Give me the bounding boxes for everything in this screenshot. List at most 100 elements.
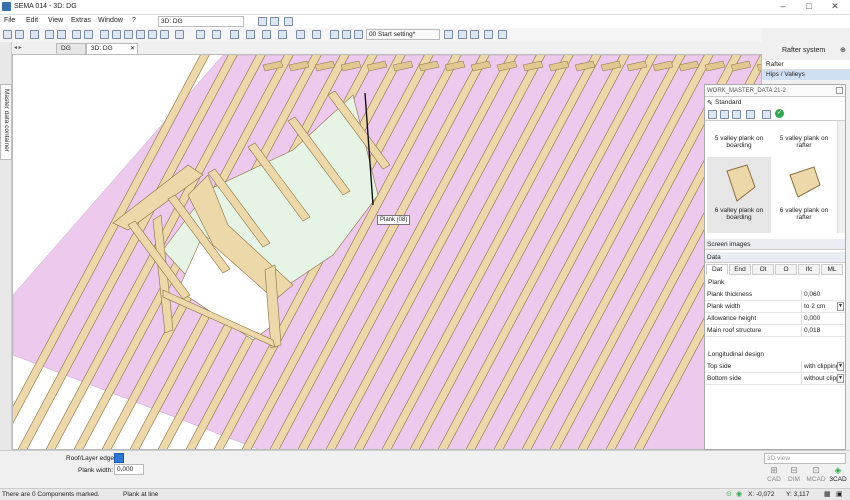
- select-icon[interactable]: [212, 30, 221, 39]
- minimize-icon[interactable]: –: [770, 1, 796, 14]
- standard-row[interactable]: ✎ Standard: [705, 97, 845, 108]
- grid-view-icon[interactable]: [746, 110, 755, 119]
- maximize-icon[interactable]: □: [796, 1, 822, 14]
- walls-icon[interactable]: [354, 30, 363, 39]
- menu-file[interactable]: File: [4, 17, 15, 24]
- toolbar-icon[interactable]: [284, 17, 293, 26]
- dropdown-icon[interactable]: ▼: [837, 374, 844, 383]
- tool-icon[interactable]: [762, 110, 771, 119]
- light-icon[interactable]: [246, 30, 255, 39]
- data-header[interactable]: Data: [705, 252, 845, 263]
- prop-row[interactable]: Main roof structure 0,018: [705, 325, 845, 337]
- thumb-5-boarding[interactable]: 5 valley plank on boarding: [707, 135, 771, 155]
- copy-icon[interactable]: [84, 30, 93, 39]
- pin-icon[interactable]: ⊕: [840, 46, 846, 54]
- mode-mcad[interactable]: ⊡ MCAD: [804, 465, 828, 483]
- print-icon[interactable]: [72, 30, 81, 39]
- menu-help[interactable]: ?: [132, 17, 136, 24]
- shade-icon[interactable]: [278, 30, 287, 39]
- tab-o[interactable]: O: [775, 264, 797, 275]
- mode-dim[interactable]: ⊟ DIM: [782, 465, 806, 483]
- ortho-icon[interactable]: ▣: [836, 490, 843, 498]
- grid-icon[interactable]: [484, 30, 493, 39]
- rotate-icon[interactable]: [136, 30, 145, 39]
- view-select[interactable]: 3D view: [764, 453, 846, 464]
- tab-ml[interactable]: ML: [821, 264, 843, 275]
- brush-icon[interactable]: [312, 30, 321, 39]
- toolbar-icon[interactable]: [258, 17, 267, 26]
- prop-row[interactable]: Plank width to 2 cm ▼: [705, 301, 845, 313]
- mode-3cad[interactable]: ◈ 3CAD: [826, 465, 850, 483]
- thumb-6-rafter[interactable]: 6 valley plank on rafter: [772, 157, 836, 233]
- toolbar-icon[interactable]: [270, 17, 279, 26]
- thumb-6-boarding[interactable]: 6 valley plank on boarding: [707, 157, 771, 233]
- prop-row[interactable]: Top side with clipping ▼: [705, 361, 845, 373]
- roof-layer-label: Roof/Layer edge:: [66, 455, 116, 462]
- coord-y: Y: 3,117: [786, 491, 810, 498]
- thumb-image: [726, 164, 756, 202]
- view-combo[interactable]: 3D: DG: [158, 16, 244, 27]
- dropdown-icon[interactable]: ▼: [837, 302, 844, 311]
- menu-window[interactable]: Window: [98, 17, 123, 24]
- dropdown-icon[interactable]: ▼: [837, 362, 844, 371]
- close-icon[interactable]: ✕: [822, 1, 848, 14]
- edit-icon[interactable]: [720, 110, 729, 119]
- roof-layer-edge-icon[interactable]: [114, 453, 124, 463]
- view-icon[interactable]: [160, 30, 169, 39]
- snap-icon[interactable]: ⊙: [726, 490, 732, 498]
- tab-ot[interactable]: Ot: [752, 264, 774, 275]
- tree-icon[interactable]: [708, 110, 717, 119]
- tab-dg[interactable]: DG: [56, 43, 86, 54]
- undo-icon[interactable]: [45, 30, 54, 39]
- tab-close-icon[interactable]: ✕: [130, 45, 135, 52]
- setting-combo[interactable]: 00 Start setting*: [366, 29, 440, 40]
- 3d-viewport[interactable]: Plank (08): [12, 54, 762, 450]
- save-icon[interactable]: [732, 110, 741, 119]
- open-icon[interactable]: [3, 30, 12, 39]
- zoom-out-icon[interactable]: [112, 30, 121, 39]
- render-icon[interactable]: [230, 30, 239, 39]
- list-icon[interactable]: [470, 30, 479, 39]
- right-panel-item-hips-valleys[interactable]: Hips / Valleys: [762, 70, 850, 80]
- master-data-container-tab[interactable]: Master data container: [0, 84, 12, 160]
- right-panel-item-rafter[interactable]: Rafter: [762, 60, 850, 70]
- table-icon[interactable]: [498, 30, 507, 39]
- setting-icon[interactable]: [444, 30, 453, 39]
- status-left: There are 0 Components marked.: [2, 491, 100, 498]
- prop-row[interactable]: Bottom side without clipp ▼: [705, 373, 845, 385]
- screen-images-header[interactable]: Screen images: [705, 239, 845, 250]
- pan-icon[interactable]: [148, 30, 157, 39]
- dim-icon: ⊟: [790, 465, 798, 475]
- filter-icon[interactable]: [458, 30, 467, 39]
- thumb-label: 5 valley plank on boarding: [714, 135, 764, 149]
- show-icon[interactable]: [342, 30, 351, 39]
- save-icon[interactable]: [15, 30, 24, 39]
- menu-view[interactable]: View: [48, 17, 63, 24]
- layer-icon[interactable]: [196, 30, 205, 39]
- group-icon[interactable]: [262, 30, 271, 39]
- prop-row[interactable]: Plank thickness 0,060: [705, 289, 845, 301]
- zoom-in-icon[interactable]: [100, 30, 109, 39]
- axes-icon[interactable]: [175, 30, 184, 39]
- redo-icon[interactable]: [57, 30, 66, 39]
- dialog-restore-icon[interactable]: [836, 87, 843, 94]
- check-icon[interactable]: ✓: [775, 109, 784, 118]
- tab-end[interactable]: End: [729, 264, 751, 275]
- tab-ifc[interactable]: Ifc: [798, 264, 820, 275]
- thumb-5-rafter[interactable]: 5 valley plank on rafter: [772, 135, 836, 155]
- cut-icon[interactable]: [30, 30, 39, 39]
- thumb-scrollbar[interactable]: [837, 121, 845, 233]
- menu-extras[interactable]: Extras: [71, 17, 91, 24]
- prop-key: Main roof structure: [707, 327, 762, 334]
- prop-row[interactable]: Allowance height 0,000: [705, 313, 845, 325]
- zoom-window-icon[interactable]: [124, 30, 133, 39]
- plank-width-input[interactable]: 0,000: [114, 464, 144, 475]
- tab-dat[interactable]: Dat: [706, 264, 728, 275]
- menu-edit[interactable]: Edit: [26, 17, 38, 24]
- grid-icon[interactable]: ▦: [824, 490, 831, 498]
- tab-3d-dg[interactable]: 3D: DG ✕: [86, 43, 138, 54]
- section-icon[interactable]: [296, 30, 305, 39]
- eye-icon[interactable]: ◉: [736, 490, 742, 498]
- tabs-arrow-icon[interactable]: ◂ ▸: [14, 44, 22, 51]
- hide-icon[interactable]: [330, 30, 339, 39]
